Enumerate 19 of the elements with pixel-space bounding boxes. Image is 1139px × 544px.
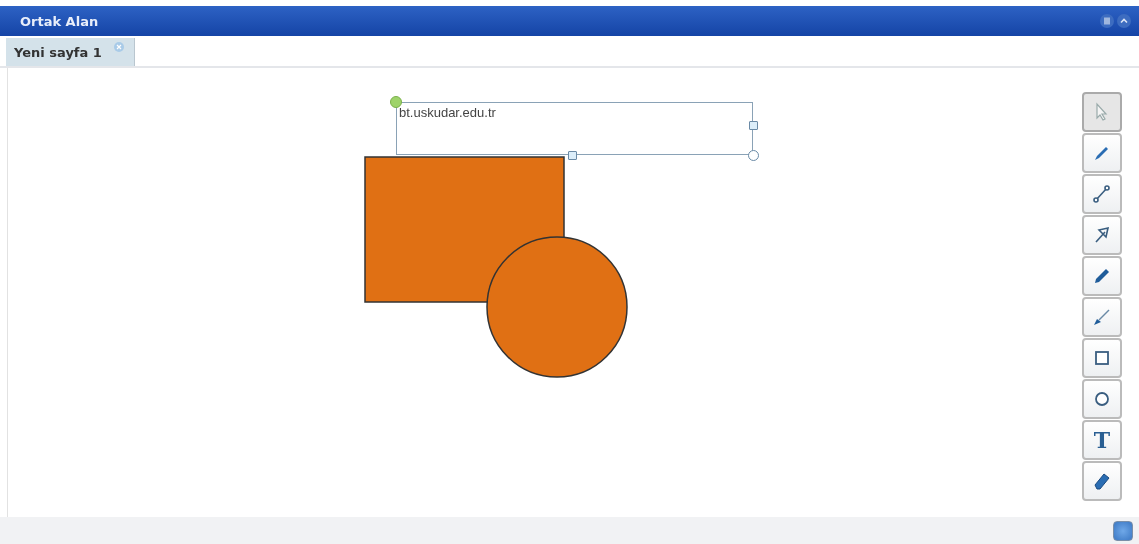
arrow-tool-button[interactable] bbox=[1082, 215, 1122, 255]
resize-handle[interactable] bbox=[748, 150, 759, 161]
rotate-handle[interactable] bbox=[390, 96, 402, 108]
line-tool-button[interactable] bbox=[1082, 174, 1122, 214]
pen-tool-button[interactable] bbox=[1082, 133, 1122, 173]
resize-handle[interactable] bbox=[568, 151, 577, 160]
rectangle-tool-button[interactable] bbox=[1082, 338, 1122, 378]
eraser-tool-button[interactable] bbox=[1082, 461, 1122, 501]
resize-handle[interactable] bbox=[749, 121, 758, 130]
text-box[interactable]: bt.uskudar.edu.tr bbox=[396, 102, 753, 155]
marker-tool-button[interactable] bbox=[1082, 256, 1122, 296]
window-title: Ortak Alan bbox=[20, 13, 99, 29]
corner-button[interactable] bbox=[1113, 520, 1133, 541]
menu-icon[interactable] bbox=[1100, 14, 1114, 28]
tab[interactable]: Yeni sayfa 1 bbox=[6, 38, 135, 66]
collapse-icon[interactable] bbox=[1117, 14, 1131, 28]
ellipse-tool-button[interactable] bbox=[1082, 379, 1122, 419]
text-tool-button[interactable]: T bbox=[1082, 420, 1122, 460]
select-tool-button[interactable] bbox=[1082, 92, 1122, 132]
